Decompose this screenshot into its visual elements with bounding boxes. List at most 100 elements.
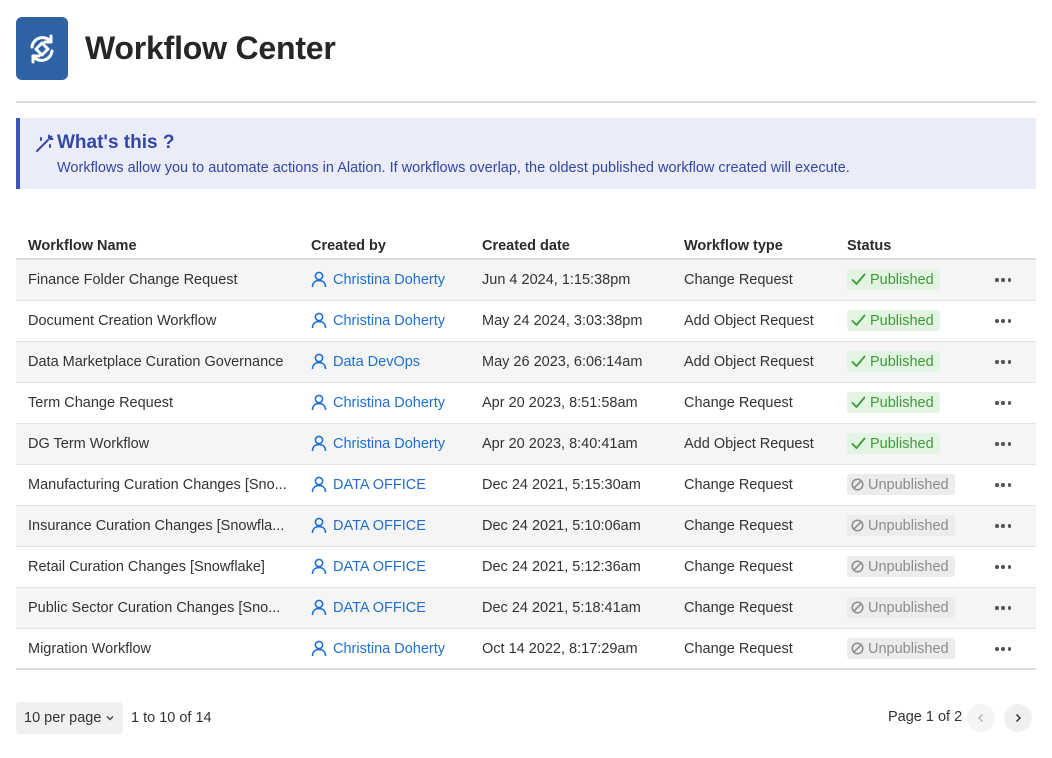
workflow-name[interactable]: Term Change Request [28, 395, 300, 411]
created-by-name[interactable]: DATA OFFICE [333, 518, 426, 534]
table-row[interactable]: Insurance Curation Changes [Snowfla... D… [16, 506, 1036, 547]
status-badge: Published [847, 433, 940, 454]
workflow-name[interactable]: Finance Folder Change Request [28, 272, 300, 288]
more-actions-icon[interactable] [995, 518, 1011, 534]
created-by-name[interactable]: DATA OFFICE [333, 477, 426, 493]
created-by-name[interactable]: Christina Doherty [333, 272, 445, 288]
more-actions-icon[interactable] [995, 272, 1011, 288]
created-by-link[interactable]: Christina Doherty [311, 394, 445, 411]
status-badge: Published [847, 392, 940, 413]
status-label: Unpublished [868, 599, 949, 616]
user-icon [311, 640, 327, 657]
status-badge: Unpublished [847, 638, 955, 659]
status-badge: Unpublished [847, 556, 955, 577]
ban-icon [851, 642, 864, 655]
created-date: Dec 24 2021, 5:15:30am [482, 477, 641, 493]
table-row[interactable]: DG Term Workflow Christina Doherty Apr 2… [16, 424, 1036, 465]
created-by-name[interactable]: DATA OFFICE [333, 600, 426, 616]
per-page-select[interactable]: 10 per page [16, 702, 124, 734]
header-divider [16, 101, 1036, 103]
created-by-link[interactable]: DATA OFFICE [311, 476, 426, 493]
ban-icon [851, 478, 864, 491]
column-header-name[interactable]: Workflow Name [28, 238, 137, 254]
table-row[interactable]: Document Creation Workflow Christina Doh… [16, 301, 1036, 342]
check-icon [851, 396, 866, 408]
column-header-status[interactable]: Status [847, 238, 891, 254]
more-actions-icon[interactable] [995, 641, 1011, 657]
user-icon [311, 599, 327, 616]
created-by-name[interactable]: Data DevOps [333, 354, 420, 370]
status-badge: Unpublished [847, 474, 955, 495]
workflow-name[interactable]: Public Sector Curation Changes [Sno... [28, 600, 300, 616]
status-label: Published [870, 394, 934, 411]
created-by-link[interactable]: DATA OFFICE [311, 517, 426, 534]
more-actions-icon[interactable] [995, 395, 1011, 411]
status-label: Unpublished [868, 476, 949, 493]
created-by-name[interactable]: Christina Doherty [333, 436, 445, 452]
table-row[interactable]: Data Marketplace Curation Governance Dat… [16, 342, 1036, 383]
created-by-link[interactable]: Christina Doherty [311, 435, 445, 452]
status-badge: Unpublished [847, 515, 955, 536]
table-row[interactable]: Retail Curation Changes [Snowflake] DATA… [16, 547, 1036, 588]
column-header-created-by[interactable]: Created by [311, 238, 386, 254]
status-badge: Published [847, 351, 940, 372]
created-by-name[interactable]: Christina Doherty [333, 641, 445, 657]
created-date: Oct 14 2022, 8:17:29am [482, 641, 638, 657]
table-row[interactable]: Manufacturing Curation Changes [Sno... D… [16, 465, 1036, 506]
chevron-right-icon [1015, 713, 1022, 723]
created-date: Dec 24 2021, 5:12:36am [482, 559, 641, 575]
workflow-name[interactable]: Data Marketplace Curation Governance [28, 354, 300, 370]
workflow-type: Add Object Request [684, 313, 814, 329]
per-page-label: 10 per page [24, 710, 102, 726]
previous-page-button[interactable] [967, 704, 995, 732]
created-by-name[interactable]: DATA OFFICE [333, 559, 426, 575]
table-header: Workflow Name Created by Created date Wo… [16, 233, 1036, 260]
workflow-type: Change Request [684, 477, 793, 493]
user-icon [311, 394, 327, 411]
user-icon [311, 353, 327, 370]
table-row[interactable]: Migration Workflow Christina Doherty Oct… [16, 629, 1036, 670]
table-body: Finance Folder Change Request Christina … [16, 260, 1036, 670]
created-by-link[interactable]: Data DevOps [311, 353, 420, 370]
workflow-type: Change Request [684, 272, 793, 288]
created-by-link[interactable]: Christina Doherty [311, 640, 445, 657]
magic-wand-icon [34, 134, 54, 154]
next-page-button[interactable] [1004, 704, 1032, 732]
more-actions-icon[interactable] [995, 559, 1011, 575]
user-icon [311, 558, 327, 575]
workflow-name[interactable]: Migration Workflow [28, 641, 300, 657]
column-header-created-date[interactable]: Created date [482, 238, 570, 254]
more-actions-icon[interactable] [995, 354, 1011, 370]
created-by-link[interactable]: DATA OFFICE [311, 599, 426, 616]
pagination-bar: 10 per page 1 to 10 of 14 Page 1 of 2 [16, 702, 1036, 734]
created-by-name[interactable]: Christina Doherty [333, 395, 445, 411]
table-row[interactable]: Term Change Request Christina Doherty Ap… [16, 383, 1036, 424]
created-by-name[interactable]: Christina Doherty [333, 313, 445, 329]
more-actions-icon[interactable] [995, 477, 1011, 493]
created-date: Apr 20 2023, 8:40:41am [482, 436, 638, 452]
created-date: Jun 4 2024, 1:15:38pm [482, 272, 631, 288]
page-indicator: Page 1 of 2 [888, 709, 963, 725]
more-actions-icon[interactable] [995, 600, 1011, 616]
workflow-name[interactable]: Document Creation Workflow [28, 313, 300, 329]
workflow-type: Change Request [684, 395, 793, 411]
status-badge: Published [847, 269, 940, 290]
info-title: What's this ? [57, 132, 175, 153]
workflow-name[interactable]: Manufacturing Curation Changes [Sno... [28, 477, 300, 493]
workflow-name[interactable]: Insurance Curation Changes [Snowfla... [28, 518, 300, 534]
status-label: Unpublished [868, 517, 949, 534]
check-icon [851, 314, 866, 326]
created-by-link[interactable]: DATA OFFICE [311, 558, 426, 575]
column-header-type[interactable]: Workflow type [684, 238, 783, 254]
status-badge: Unpublished [847, 597, 955, 618]
workflow-name[interactable]: DG Term Workflow [28, 436, 300, 452]
table-row[interactable]: Finance Folder Change Request Christina … [16, 260, 1036, 301]
more-actions-icon[interactable] [995, 313, 1011, 329]
created-date: Dec 24 2021, 5:18:41am [482, 600, 641, 616]
more-actions-icon[interactable] [995, 436, 1011, 452]
status-label: Published [870, 435, 934, 452]
created-by-link[interactable]: Christina Doherty [311, 312, 445, 329]
workflow-name[interactable]: Retail Curation Changes [Snowflake] [28, 559, 300, 575]
table-row[interactable]: Public Sector Curation Changes [Sno... D… [16, 588, 1036, 629]
created-by-link[interactable]: Christina Doherty [311, 271, 445, 288]
